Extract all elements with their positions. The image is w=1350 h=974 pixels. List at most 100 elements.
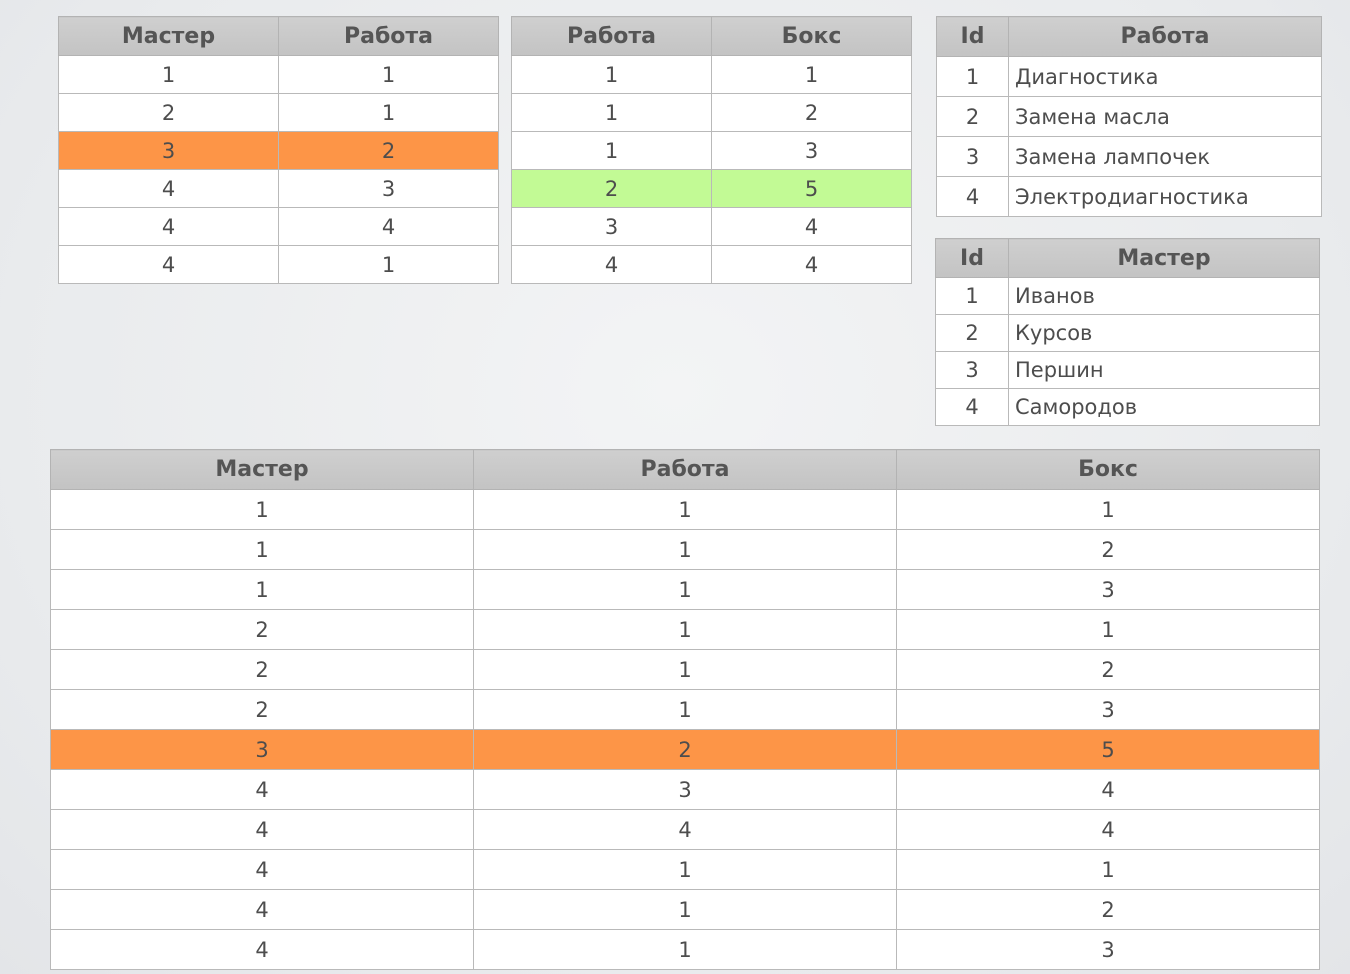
table-row: 211	[50, 609, 1320, 650]
cell: 1	[896, 849, 1320, 890]
cell: Диагностика	[1008, 56, 1322, 97]
column-header-master: Мастер	[1008, 238, 1320, 278]
table-row: 11	[511, 55, 912, 94]
column-header-id: Id	[935, 238, 1009, 278]
cell: 3	[896, 689, 1320, 730]
cell: 4	[50, 809, 474, 850]
cell: 3	[711, 131, 912, 170]
cell: 1	[473, 529, 897, 570]
table-row: 2 Курсов	[935, 314, 1320, 352]
cell: 2	[50, 609, 474, 650]
table-row: 4 Электродиагностика	[936, 176, 1322, 217]
cell: 1	[896, 609, 1320, 650]
cell: 4	[935, 388, 1009, 426]
cell: 1	[511, 131, 712, 170]
table-row: 412	[50, 889, 1320, 930]
cell: 4	[473, 809, 897, 850]
cell: 3	[50, 729, 474, 770]
cell: 1	[278, 93, 499, 132]
cell: 1	[711, 55, 912, 94]
cell: 2	[50, 649, 474, 690]
cell: 1	[278, 55, 499, 94]
cell: 2	[511, 169, 712, 208]
column-header-box: Бокс	[711, 16, 912, 56]
column-header-master: Мастер	[58, 16, 279, 56]
result-table: Мастер Работа Бокс 111 112 113 211 212 2…	[50, 449, 1320, 970]
cell: 2	[896, 889, 1320, 930]
column-header-work: Работа	[1008, 16, 1322, 57]
cell: Самородов	[1008, 388, 1320, 426]
cell: 1	[50, 569, 474, 610]
cell: 1	[50, 529, 474, 570]
cell: 5	[711, 169, 912, 208]
table-header-row: Id Мастер	[935, 238, 1320, 278]
table-row: 21	[58, 93, 499, 132]
cell: 4	[50, 769, 474, 810]
table-row: 41	[58, 245, 499, 284]
column-header-id: Id	[936, 16, 1009, 57]
cell: 3	[935, 351, 1009, 389]
cell: 1	[473, 849, 897, 890]
cell: Иванов	[1008, 277, 1320, 315]
column-header-work: Работа	[473, 449, 897, 490]
table-row: 4 Самородов	[935, 388, 1320, 426]
highlighted-row: 32	[58, 131, 499, 170]
table-row: 2 Замена масла	[936, 96, 1322, 137]
column-header-work: Работа	[278, 16, 499, 56]
cell: 1	[511, 93, 712, 132]
cell: Замена лампочек	[1008, 136, 1322, 177]
cell: 4	[711, 207, 912, 246]
column-header-master: Мастер	[50, 449, 474, 490]
table-row: 411	[50, 849, 1320, 890]
cell: 4	[58, 169, 279, 208]
cell: 4	[896, 769, 1320, 810]
table-row: 3 Замена лампочек	[936, 136, 1322, 177]
table-row: 212	[50, 649, 1320, 690]
cell: 4	[58, 207, 279, 246]
highlighted-row: 325	[50, 729, 1320, 770]
cell: 4	[711, 245, 912, 284]
table-row: 3 Першин	[935, 351, 1320, 389]
table-row: 113	[50, 569, 1320, 610]
cell: 1	[511, 55, 712, 94]
table-row: 213	[50, 689, 1320, 730]
cell: 3	[936, 136, 1009, 177]
cell: 3	[896, 569, 1320, 610]
cell: 1	[473, 569, 897, 610]
table-row: 11	[58, 55, 499, 94]
master-work-table: Мастер Работа 11 21 32 43 44 41	[58, 16, 499, 284]
cell: 1	[50, 489, 474, 530]
column-header-box: Бокс	[896, 449, 1320, 490]
cell: 1	[473, 689, 897, 730]
cell: 1	[58, 55, 279, 94]
table-row: 434	[50, 769, 1320, 810]
cell: 2	[936, 96, 1009, 137]
cell: Замена масла	[1008, 96, 1322, 137]
cell: 4	[50, 929, 474, 970]
table-row: 12	[511, 93, 912, 132]
cell: 3	[473, 769, 897, 810]
cell: 3	[58, 131, 279, 170]
cell: 4	[50, 889, 474, 930]
cell: Першин	[1008, 351, 1320, 389]
cell: 4	[58, 245, 279, 284]
table-row: 44	[511, 245, 912, 284]
table-row: 43	[58, 169, 499, 208]
cell: 1	[896, 489, 1320, 530]
cell: 1	[473, 649, 897, 690]
column-header-work: Работа	[511, 16, 712, 56]
table-header-row: Мастер Работа Бокс	[50, 449, 1320, 490]
highlighted-row: 25	[511, 169, 912, 208]
cell: 1	[473, 489, 897, 530]
cell: 4	[278, 207, 499, 246]
cell: 3	[278, 169, 499, 208]
table-header-row: Мастер Работа	[58, 16, 499, 56]
cell: 4	[511, 245, 712, 284]
work-box-table: Работа Бокс 11 12 13 25 34 44	[511, 16, 912, 284]
cell: Электродиагностика	[1008, 176, 1322, 217]
cell: 1	[473, 929, 897, 970]
table-row: 413	[50, 929, 1320, 970]
table-row: 112	[50, 529, 1320, 570]
cell: 1	[473, 889, 897, 930]
table-row: 444	[50, 809, 1320, 850]
